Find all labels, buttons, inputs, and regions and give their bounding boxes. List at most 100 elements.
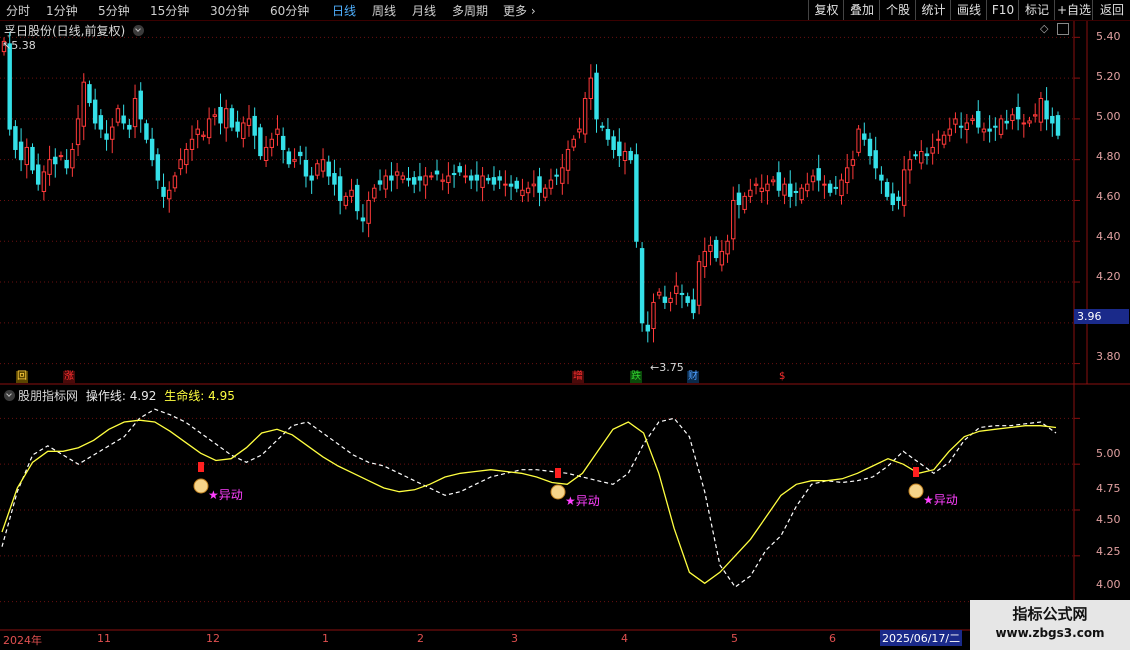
time-label: 2 — [417, 632, 424, 645]
op-line — [1, 408, 1057, 588]
ytick-ind: 4.50 — [1096, 513, 1121, 526]
candle-body — [115, 108, 121, 123]
time-label: 4 — [621, 632, 628, 645]
ytick-main: 3.80 — [1096, 350, 1121, 363]
candle-body — [514, 180, 519, 189]
high-price-value: 5.38 — [11, 39, 36, 52]
ytick-main: 4.20 — [1096, 270, 1121, 283]
candle-body — [582, 97, 588, 135]
candle-body — [776, 172, 782, 191]
ytick-main: 4.40 — [1096, 230, 1121, 243]
candle-body — [696, 261, 702, 306]
candle-body — [560, 167, 565, 184]
candle-body — [212, 114, 218, 117]
candle-body — [617, 141, 622, 157]
candle-body — [70, 148, 75, 169]
candle-body — [53, 156, 58, 165]
candle-body — [713, 239, 719, 259]
candle-body — [548, 179, 554, 189]
candle-body — [110, 126, 115, 140]
ytick-ind: 4.00 — [1096, 578, 1121, 591]
candle-body — [822, 183, 827, 186]
op-line-label: 操作线: — [85, 389, 126, 403]
marker-hui[interactable]: 回 — [16, 371, 28, 383]
candle-body — [816, 168, 821, 181]
candle-body — [58, 155, 64, 158]
time-label: 2024年 — [3, 634, 42, 647]
candle-body — [223, 108, 229, 129]
candle-body — [434, 170, 440, 175]
money-bag-icon — [193, 478, 209, 494]
candle-body — [862, 133, 867, 140]
candle-body — [172, 175, 178, 189]
candle-body — [394, 171, 400, 176]
candle-body — [525, 187, 531, 194]
candle-body — [491, 177, 497, 185]
candle-body — [98, 115, 104, 130]
candle-body — [480, 175, 485, 188]
ytick-ind: 4.75 — [1096, 482, 1121, 495]
candle-body — [856, 128, 861, 153]
time-label: 5 — [731, 632, 738, 645]
candle-body — [565, 148, 571, 171]
signal-label: ★异动 — [923, 493, 958, 507]
candle-body — [976, 111, 981, 128]
candle-body — [884, 182, 890, 197]
chevron-down-icon[interactable] — [4, 390, 15, 401]
candle-body — [326, 161, 331, 177]
candle-body — [24, 146, 29, 166]
ytick-ind: 4.25 — [1096, 545, 1121, 558]
candle-body — [571, 138, 576, 148]
marker-zhang[interactable]: 涨 — [63, 371, 75, 383]
date-box: 2025/06/17/二 — [880, 630, 963, 646]
money-bag-icon — [908, 483, 924, 499]
candle-body — [497, 176, 502, 181]
candle-body — [981, 128, 987, 133]
candle-body — [315, 163, 320, 176]
candle-body — [366, 199, 371, 224]
candle-body — [161, 186, 166, 197]
candle-body — [605, 128, 611, 140]
candle-body — [742, 195, 747, 210]
candle-body — [622, 151, 628, 161]
time-label: 3 — [511, 632, 518, 645]
candle-body — [349, 189, 354, 197]
marker-zeng[interactable]: 增 — [572, 371, 584, 383]
marker-dollar[interactable]: $ — [778, 371, 786, 383]
candle-body — [588, 77, 594, 99]
candle-body — [958, 125, 964, 128]
candle-body — [132, 97, 138, 128]
candle-body — [793, 190, 799, 193]
watermark-title: 指标公式网 — [1012, 605, 1088, 623]
candle-body — [879, 174, 884, 181]
candle-body — [1010, 114, 1015, 122]
marker-cai[interactable]: 财 — [687, 371, 699, 383]
candle-body — [645, 324, 651, 332]
candle-body — [970, 118, 975, 122]
candle-body — [201, 134, 206, 137]
candle-body — [355, 184, 360, 212]
candle-body — [303, 159, 309, 177]
ytick-main: 4.60 — [1096, 190, 1121, 203]
candle-body — [218, 106, 223, 124]
candle-body — [275, 128, 280, 135]
candle-body — [463, 175, 468, 178]
chart-canvas[interactable] — [0, 0, 1130, 650]
candle-body — [286, 151, 292, 165]
candle-body — [1015, 106, 1021, 120]
candle-body — [263, 146, 269, 161]
candle-body — [1004, 120, 1009, 124]
candle-body — [919, 151, 924, 164]
marker-die[interactable]: 跌 — [630, 371, 642, 383]
candle-body — [520, 189, 525, 197]
candle-body — [896, 196, 901, 201]
indicator-header: 股朋指标网 操作线: 4.92 生命线: 4.95 — [4, 387, 235, 404]
candle-body — [810, 175, 816, 183]
candle-body — [252, 115, 257, 136]
time-label: 11 — [97, 632, 111, 645]
candle-body — [577, 128, 582, 133]
candle-body — [138, 90, 143, 120]
candle-body — [1027, 120, 1032, 124]
candle-body — [104, 133, 109, 140]
candle-body — [127, 124, 132, 130]
